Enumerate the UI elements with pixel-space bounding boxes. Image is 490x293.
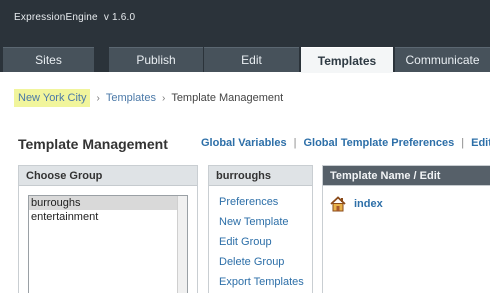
group-actions-header: burroughs <box>209 166 312 186</box>
edit-group-link[interactable]: Edit Group <box>219 232 312 252</box>
new-template-link[interactable]: New Template <box>219 212 312 232</box>
edit-link[interactable]: Edit <box>471 137 490 149</box>
app-name: ExpressionEngine <box>14 12 98 23</box>
group-select-list[interactable]: burroughs entertainment <box>28 195 188 293</box>
page-title: Template Management <box>18 136 168 152</box>
main-tabs: Sites Publish Edit Templates Communicate <box>0 47 490 73</box>
group-actions-panel: burroughs Preferences New Template Edit … <box>208 165 313 293</box>
tab-publish[interactable]: Publish <box>109 47 203 72</box>
group-item-entertainment[interactable]: entertainment <box>29 210 187 224</box>
tab-templates[interactable]: Templates <box>301 47 393 73</box>
delete-group-link[interactable]: Delete Group <box>219 252 312 272</box>
global-template-preferences-link[interactable]: Global Template Preferences <box>303 137 454 149</box>
app-version: v 1.6.0 <box>103 12 136 23</box>
choose-group-panel: Choose Group burroughs entertainment <box>18 165 198 293</box>
group-item-burroughs[interactable]: burroughs <box>29 196 187 210</box>
breadcrumb-site[interactable]: New York City <box>14 89 91 107</box>
breadcrumb: New York City › Templates › Template Man… <box>14 88 283 108</box>
tab-edit[interactable]: Edit <box>204 47 299 72</box>
export-templates-link[interactable]: Export Templates <box>219 272 312 292</box>
templates-header: Template Name / Edit <box>323 166 490 186</box>
house-icon <box>330 196 346 212</box>
link-divider: | <box>293 137 297 149</box>
templates-panel: Template Name / Edit index <box>322 165 490 293</box>
choose-group-header: Choose Group <box>19 166 197 186</box>
breadcrumb-separator: › <box>96 92 100 104</box>
breadcrumb-templates[interactable]: Templates <box>106 92 156 104</box>
page-links: Global Variables | Global Template Prefe… <box>201 137 490 149</box>
top-bar: ExpressionEngine v 1.6.0 Sites Publish Ed… <box>0 0 490 73</box>
template-row: index <box>323 186 490 212</box>
template-link-index[interactable]: index <box>354 198 383 210</box>
group-actions-list: Preferences New Template Edit Group Dele… <box>209 186 312 292</box>
app-title: ExpressionEngine v 1.6.0 <box>14 12 135 23</box>
global-variables-link[interactable]: Global Variables <box>201 137 287 149</box>
tab-sites[interactable]: Sites <box>3 47 94 72</box>
tab-communicate[interactable]: Communicate <box>395 47 490 72</box>
link-divider: | <box>461 137 465 149</box>
breadcrumb-separator: › <box>161 92 166 104</box>
list-scrollbar[interactable] <box>177 196 187 293</box>
breadcrumb-current: Template Management <box>171 92 284 104</box>
preferences-link[interactable]: Preferences <box>219 192 312 212</box>
